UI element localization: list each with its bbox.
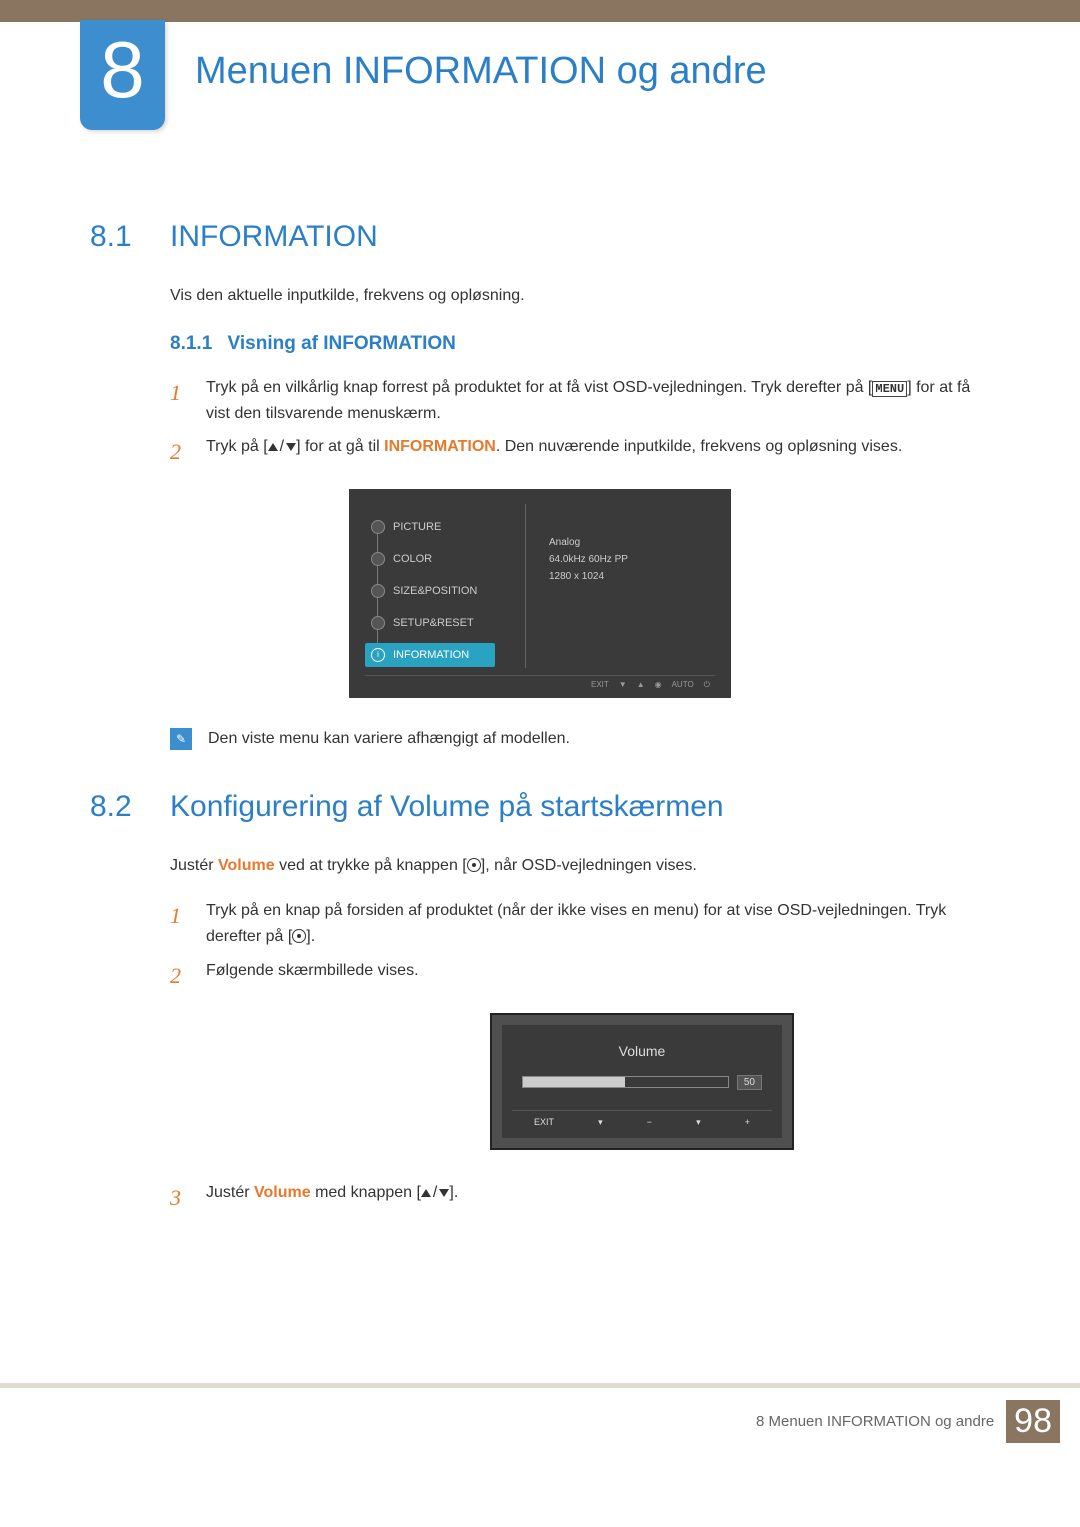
note-icon: ✎ xyxy=(170,728,192,750)
page-content: 8.1 INFORMATION Vis den aktuelle inputki… xyxy=(0,130,1080,1263)
volume-title: Volume xyxy=(502,1043,782,1059)
osd-information-screenshot: PICTURE COLOR SIZE&POSITION SETUP&RESET … xyxy=(349,489,731,698)
step-3: 3 Justér Volume med knappen [/]. xyxy=(170,1180,990,1215)
osd-item-picture: PICTURE xyxy=(365,515,495,539)
step-2: 2 Tryk på [/] for at gå til INFORMATION.… xyxy=(170,434,990,469)
osd-volume-screenshot: Volume 50 EXIT▾−▾+ xyxy=(490,1013,794,1150)
step-number: 2 xyxy=(170,958,190,993)
chapter-title: Menuen INFORMATION og andre xyxy=(195,50,767,93)
page-footer: 8 Menuen INFORMATION og andre 98 xyxy=(0,1383,1080,1483)
step-1: 1 Tryk på en vilkårlig knap forrest på p… xyxy=(170,375,990,426)
page-number: 98 xyxy=(1006,1400,1060,1443)
footer-chapter-label: 8 Menuen INFORMATION og andre xyxy=(756,1413,994,1430)
note-text: Den viste menu kan variere afhængigt af … xyxy=(208,730,570,748)
step-text: Justér Volume med knappen [/]. xyxy=(206,1180,458,1206)
up-down-arrow-icon: / xyxy=(268,434,296,460)
step-number: 1 xyxy=(170,898,190,933)
step-text: Tryk på en vilkårlig knap forrest på pro… xyxy=(206,375,990,426)
section-8-1-intro: Vis den aktuelle inputkilde, frekvens og… xyxy=(170,284,990,308)
chapter-header: 8 Menuen INFORMATION og andre xyxy=(0,20,1080,130)
osd-item-size-position: SIZE&POSITION xyxy=(365,579,495,603)
note: ✎ Den viste menu kan variere afhængigt a… xyxy=(170,728,990,750)
osd-item-color: COLOR xyxy=(365,547,495,571)
step-number: 2 xyxy=(170,434,190,469)
menu-key-icon: MENU xyxy=(872,381,907,397)
volume-value: 50 xyxy=(737,1075,762,1090)
osd-footer-buttons: EXIT▼▲◉AUTO⏻ xyxy=(365,675,715,690)
section-number: 8.1 xyxy=(90,220,140,254)
subsection-8-1-1-heading: 8.1.1 Visning af INFORMATION xyxy=(170,333,990,355)
step-text: Følgende skærmbillede vises. xyxy=(206,958,419,984)
section-title: INFORMATION xyxy=(170,220,378,254)
step-number: 1 xyxy=(170,375,190,410)
osd-item-information: iINFORMATION xyxy=(365,643,495,667)
section-number: 8.2 xyxy=(90,790,140,824)
section-8-2-heading: 8.2 Konfigurering af Volume på startskær… xyxy=(90,790,990,824)
step-1: 1 Tryk på en knap på forsiden af produkt… xyxy=(170,898,990,949)
circle-dot-icon xyxy=(467,858,481,872)
subsection-number: 8.1.1 xyxy=(170,333,212,354)
section-8-2-intro: Justér Volume ved at trykke på knappen [… xyxy=(170,854,990,878)
osd-item-setup-reset: SETUP&RESET xyxy=(365,611,495,635)
top-accent-bar xyxy=(0,0,1080,22)
step-number: 3 xyxy=(170,1180,190,1215)
subsection-title: Visning af INFORMATION xyxy=(228,333,456,354)
step-2: 2 Følgende skærmbillede vises. xyxy=(170,958,990,993)
volume-footer: EXIT▾−▾+ xyxy=(512,1110,772,1128)
chapter-number-badge: 8 xyxy=(80,20,165,130)
osd-info-panel: Analog 64.0kHz 60Hz PP 1280 x 1024 xyxy=(549,534,628,585)
volume-bar xyxy=(522,1076,729,1088)
section-title: Konfigurering af Volume på startskærmen xyxy=(170,790,724,824)
up-down-arrow-icon: / xyxy=(421,1180,449,1206)
circle-dot-icon xyxy=(292,929,306,943)
step-text: Tryk på en knap på forsiden af produktet… xyxy=(206,898,990,949)
step-text: Tryk på [/] for at gå til INFORMATION. D… xyxy=(206,434,902,460)
section-8-1-heading: 8.1 INFORMATION xyxy=(90,220,990,254)
